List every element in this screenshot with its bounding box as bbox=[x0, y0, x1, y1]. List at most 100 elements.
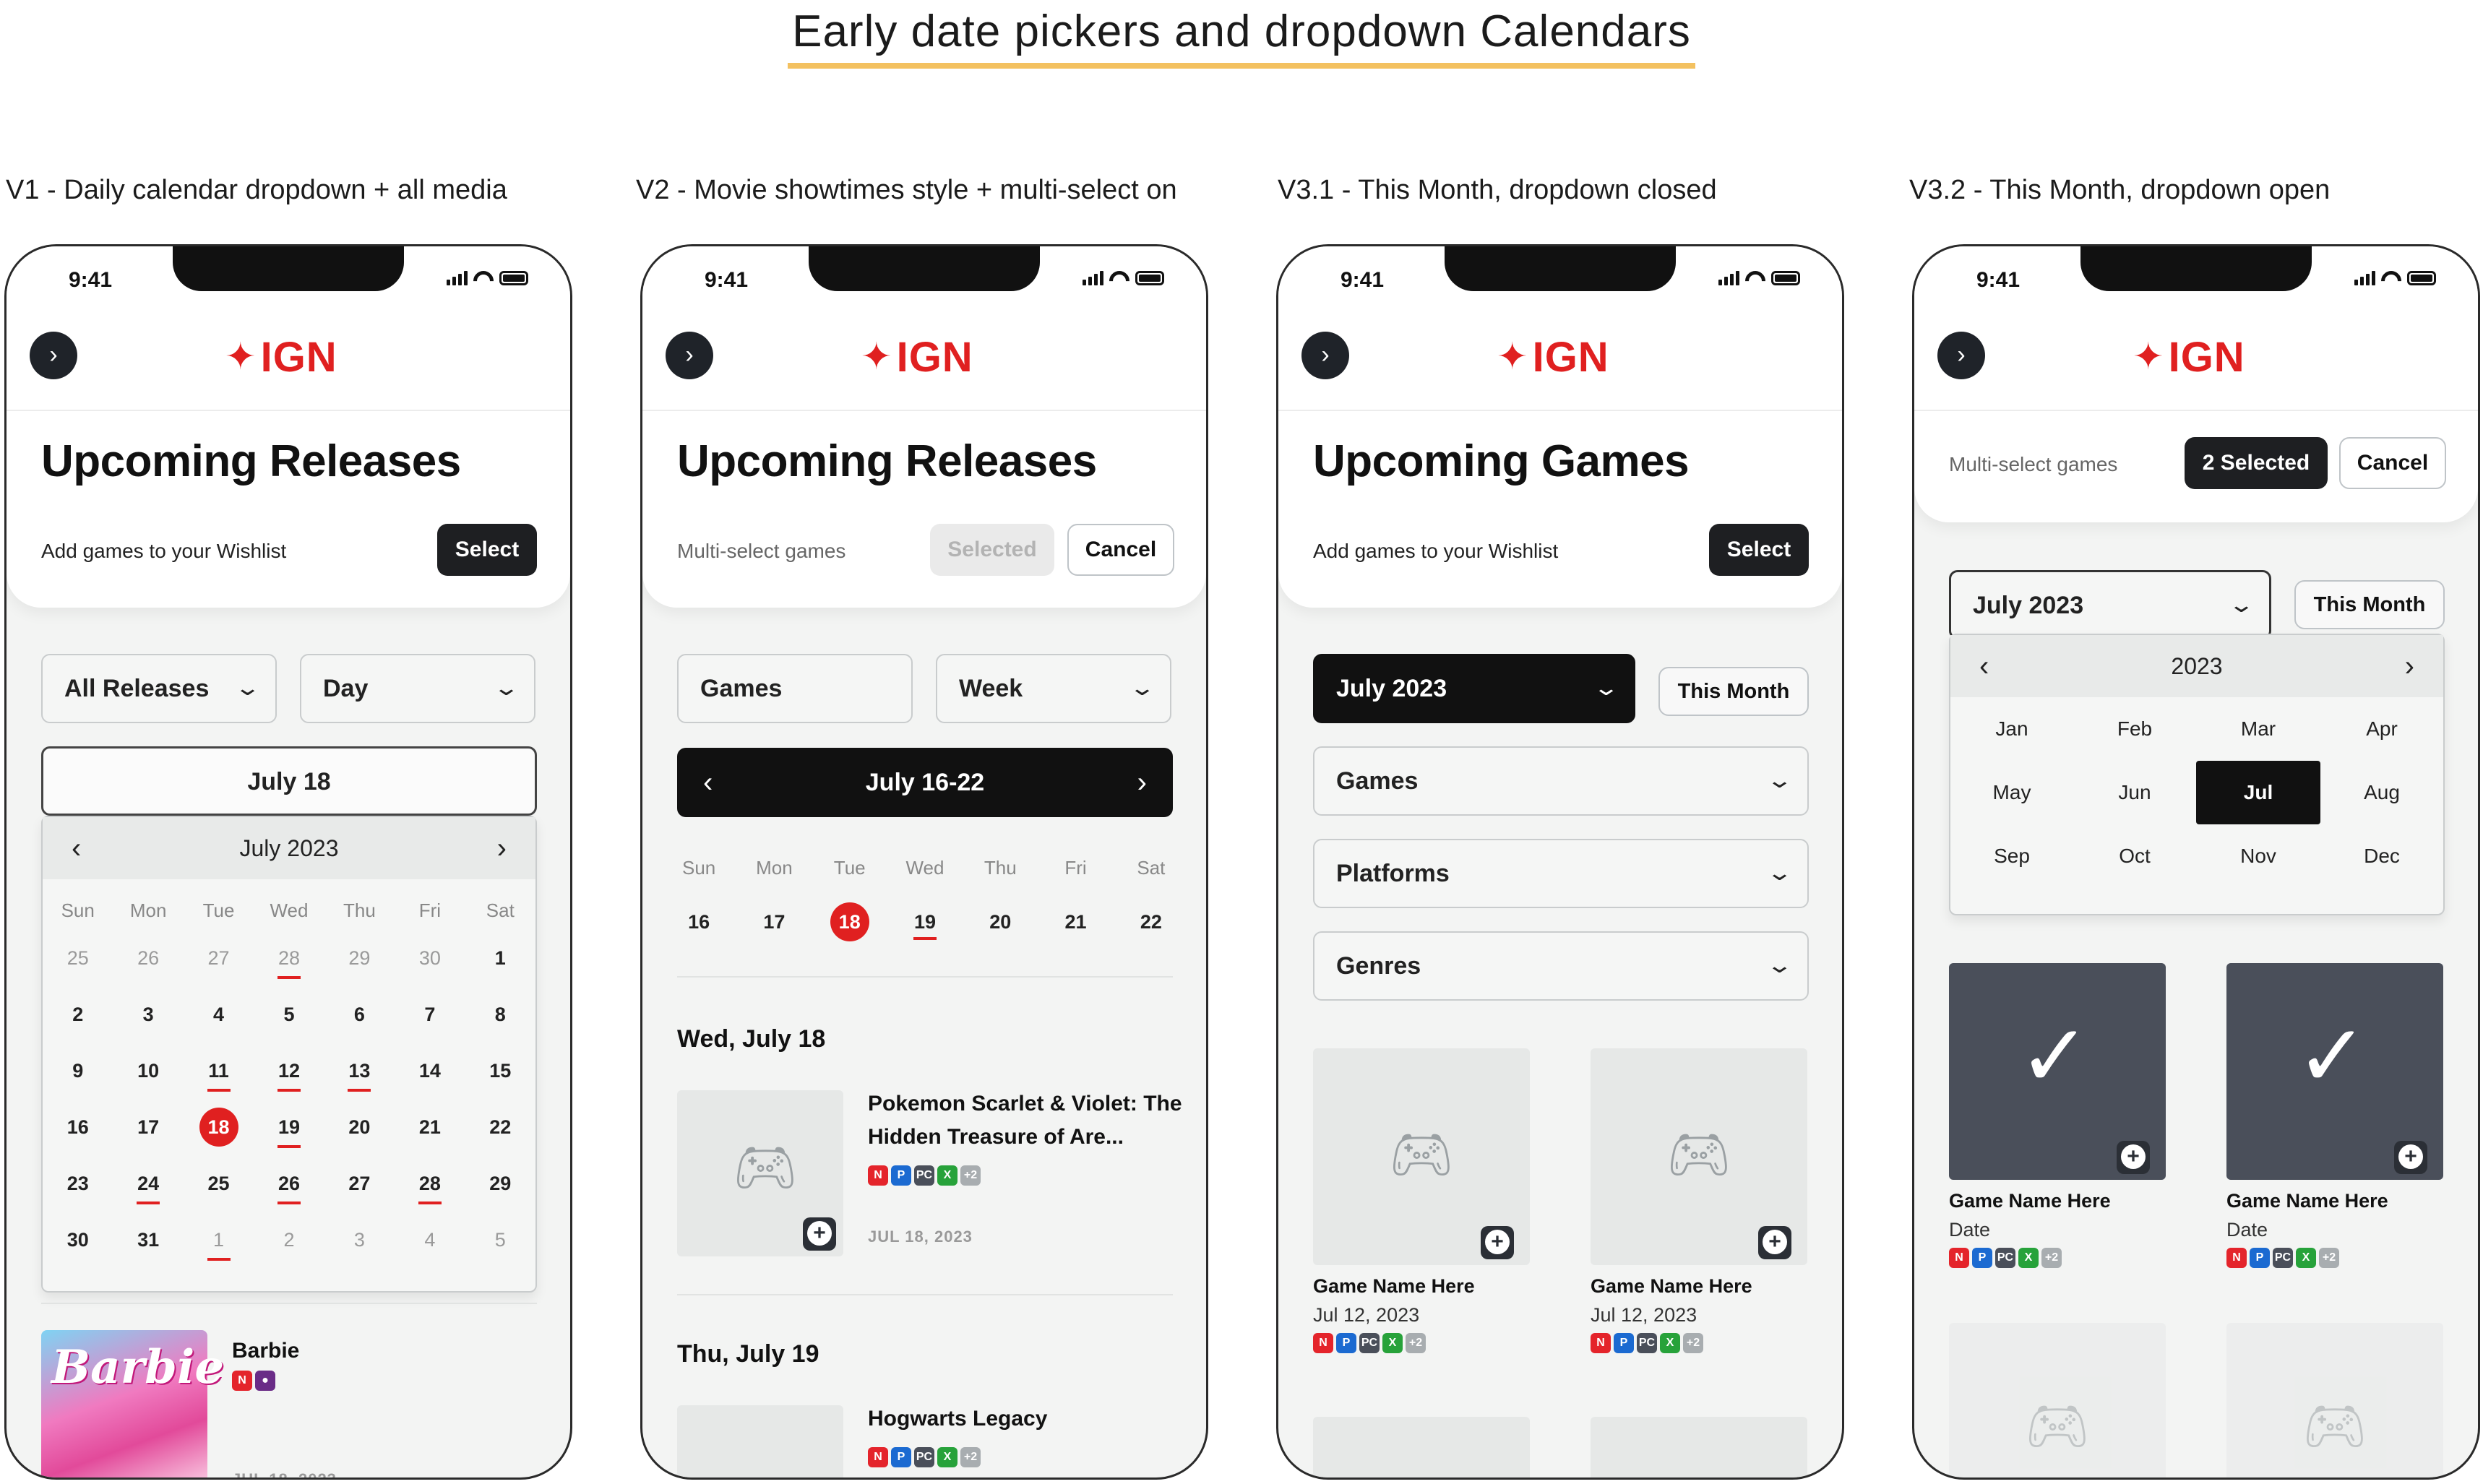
calendar-day[interactable]: 30 bbox=[43, 1212, 113, 1268]
calendar-day[interactable]: 17 bbox=[113, 1099, 183, 1155]
month-option[interactable]: Feb bbox=[2073, 697, 2196, 761]
month-option[interactable]: Oct bbox=[2073, 824, 2196, 888]
calendar-day[interactable]: 1 bbox=[184, 1212, 254, 1268]
calendar-day[interactable]: 7 bbox=[395, 986, 465, 1043]
add-wishlist-button[interactable]: + bbox=[1481, 1226, 1514, 1259]
add-wishlist-button[interactable]: + bbox=[803, 1217, 836, 1251]
week-selector[interactable]: ‹ July 16-22 › bbox=[677, 748, 1173, 817]
calendar-day[interactable]: 2 bbox=[254, 1212, 324, 1268]
calendar-day[interactable]: 3 bbox=[113, 986, 183, 1043]
calendar-day[interactable]: 20 bbox=[324, 1099, 395, 1155]
calendar-day[interactable]: 22 bbox=[465, 1099, 535, 1155]
expand-button[interactable]: › bbox=[1301, 332, 1349, 379]
month-dropdown[interactable]: July 2023 ⌄ bbox=[1949, 570, 2271, 639]
calendar-day[interactable]: 28 bbox=[395, 1155, 465, 1212]
calendar-day[interactable]: 27 bbox=[324, 1155, 395, 1212]
ign-logo[interactable]: ✦ IGN bbox=[2133, 333, 2245, 381]
game-name[interactable]: Game Name Here bbox=[1949, 1190, 2111, 1212]
calendar-day[interactable]: 19 bbox=[254, 1099, 324, 1155]
month-dropdown[interactable]: July 2023 ⌄ bbox=[1313, 654, 1635, 723]
calendar-day[interactable]: 25 bbox=[184, 1155, 254, 1212]
game-card-thumbnail[interactable]: 🎮︎ + bbox=[1591, 1048, 1807, 1265]
next-month-icon[interactable]: › bbox=[497, 817, 507, 879]
week-day[interactable]: 17 bbox=[736, 897, 812, 947]
calendar-day[interactable]: 25 bbox=[43, 930, 113, 986]
select-button[interactable]: Select bbox=[1709, 524, 1809, 576]
month-option[interactable]: Jul bbox=[2196, 761, 2320, 824]
calendar-day[interactable]: 31 bbox=[113, 1212, 183, 1268]
calendar-day[interactable]: 14 bbox=[395, 1043, 465, 1099]
expand-button[interactable]: › bbox=[1937, 332, 1985, 379]
select-button[interactable]: Select bbox=[437, 524, 537, 576]
calendar-day[interactable]: 4 bbox=[395, 1212, 465, 1268]
calendar-day[interactable]: 29 bbox=[465, 1155, 535, 1212]
game-card-thumbnail[interactable] bbox=[1313, 1417, 1530, 1477]
cancel-button[interactable]: Cancel bbox=[2339, 437, 2446, 489]
barbie-poster[interactable]: Barbie bbox=[41, 1330, 224, 1477]
calendar-day[interactable]: 11 bbox=[184, 1043, 254, 1099]
calendar-day[interactable]: 12 bbox=[254, 1043, 324, 1099]
game-card-thumbnail[interactable]: 🎮︎ bbox=[1949, 1323, 2166, 1477]
month-option[interactable]: Jan bbox=[1950, 697, 2073, 761]
week-day[interactable]: 20 bbox=[963, 897, 1038, 947]
game-card-thumbnail[interactable]: 🎮︎ + bbox=[1313, 1048, 1530, 1265]
month-option[interactable]: Apr bbox=[2320, 697, 2443, 761]
calendar-day[interactable]: 21 bbox=[395, 1099, 465, 1155]
game-thumbnail[interactable] bbox=[677, 1405, 843, 1477]
calendar-day[interactable]: 23 bbox=[43, 1155, 113, 1212]
game-card-thumbnail[interactable]: 🎮︎ bbox=[2226, 1323, 2443, 1477]
next-week-icon[interactable]: › bbox=[1137, 748, 1147, 817]
prev-week-icon[interactable]: ‹ bbox=[703, 748, 713, 817]
week-day[interactable]: 16 bbox=[661, 897, 736, 947]
game-title[interactable]: Pokemon Scarlet & Violet: The Hidden Tre… bbox=[868, 1087, 1186, 1154]
calendar-day[interactable]: 15 bbox=[465, 1043, 535, 1099]
ign-logo[interactable]: ✦ IGN bbox=[861, 333, 973, 381]
release-title[interactable]: Barbie bbox=[232, 1334, 299, 1368]
game-name[interactable]: Game Name Here bbox=[1591, 1275, 1752, 1298]
game-card-thumbnail[interactable] bbox=[1591, 1417, 1807, 1477]
calendar-day[interactable]: 27 bbox=[184, 930, 254, 986]
selected-button[interactable]: Selected bbox=[930, 524, 1054, 576]
calendar-day[interactable]: 16 bbox=[43, 1099, 113, 1155]
this-month-button[interactable]: This Month bbox=[1658, 667, 1809, 716]
calendar-day[interactable]: 3 bbox=[324, 1212, 395, 1268]
month-option[interactable]: Mar bbox=[2196, 697, 2320, 761]
next-year-icon[interactable]: › bbox=[2405, 635, 2414, 697]
game-card-thumbnail-selected[interactable]: ✓ + bbox=[1949, 963, 2166, 1180]
game-name[interactable]: Game Name Here bbox=[2226, 1190, 2388, 1212]
week-day[interactable]: 21 bbox=[1038, 897, 1113, 947]
prev-month-icon[interactable]: ‹ bbox=[72, 817, 81, 879]
calendar-day[interactable]: 5 bbox=[465, 1212, 535, 1268]
calendar-day[interactable]: 10 bbox=[113, 1043, 183, 1099]
calendar-day[interactable]: 26 bbox=[254, 1155, 324, 1212]
game-thumbnail[interactable]: 🎮︎ + bbox=[677, 1090, 843, 1256]
calendar-day[interactable]: 26 bbox=[113, 930, 183, 986]
ign-logo[interactable]: ✦ IGN bbox=[225, 333, 337, 381]
calendar-day[interactable]: 4 bbox=[184, 986, 254, 1043]
media-filter-dropdown[interactable]: All Releases ⌄ bbox=[41, 654, 277, 723]
prev-year-icon[interactable]: ‹ bbox=[1979, 635, 1989, 697]
month-option[interactable]: Aug bbox=[2320, 761, 2443, 824]
range-filter-dropdown[interactable]: Week ⌄ bbox=[936, 654, 1171, 723]
calendar-day[interactable]: 29 bbox=[324, 930, 395, 986]
calendar-day[interactable]: 9 bbox=[43, 1043, 113, 1099]
genres-filter-dropdown[interactable]: Genres ⌄ bbox=[1313, 931, 1809, 1001]
calendar-day[interactable]: 24 bbox=[113, 1155, 183, 1212]
expand-button[interactable]: › bbox=[30, 332, 77, 379]
game-card-thumbnail-selected[interactable]: ✓ + bbox=[2226, 963, 2443, 1180]
game-title[interactable]: Hogwarts Legacy bbox=[868, 1402, 1047, 1436]
week-day[interactable]: 19 bbox=[887, 897, 963, 947]
calendar-day[interactable]: 8 bbox=[465, 986, 535, 1043]
this-month-button[interactable]: This Month bbox=[2294, 580, 2445, 629]
month-option[interactable]: Nov bbox=[2196, 824, 2320, 888]
ign-logo[interactable]: ✦ IGN bbox=[1497, 333, 1609, 381]
cancel-button[interactable]: Cancel bbox=[1067, 524, 1174, 576]
calendar-day[interactable]: 1 bbox=[465, 930, 535, 986]
media-filter-dropdown[interactable]: Games bbox=[677, 654, 913, 723]
range-filter-dropdown[interactable]: Day ⌄ bbox=[300, 654, 535, 723]
month-option[interactable]: Dec bbox=[2320, 824, 2443, 888]
calendar-day[interactable]: 28 bbox=[254, 930, 324, 986]
add-wishlist-button[interactable]: + bbox=[1758, 1226, 1791, 1259]
month-option[interactable]: Jun bbox=[2073, 761, 2196, 824]
games-filter-dropdown[interactable]: Games ⌄ bbox=[1313, 746, 1809, 816]
